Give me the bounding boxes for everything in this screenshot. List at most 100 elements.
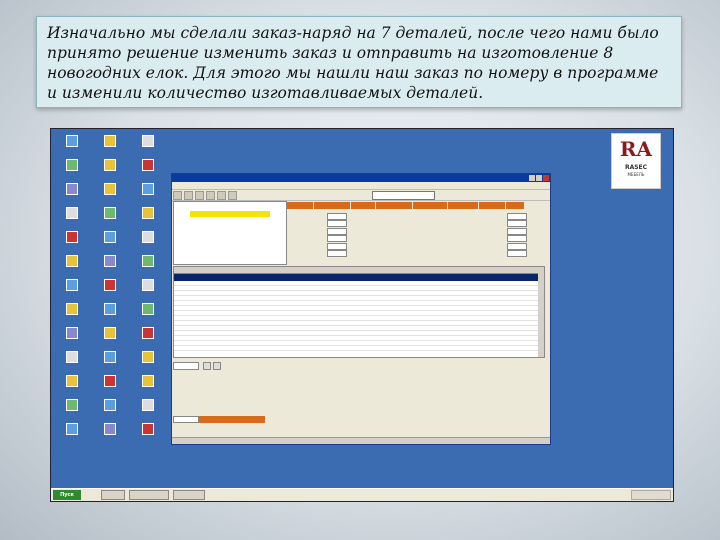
field-input[interactable] xyxy=(507,242,527,250)
order-tab[interactable] xyxy=(479,202,505,209)
desktop-icon[interactable] xyxy=(91,423,129,437)
window-statusbar xyxy=(172,437,550,444)
app-window xyxy=(171,173,551,445)
desktop-icon[interactable] xyxy=(129,183,167,197)
taskbar-item[interactable] xyxy=(173,490,205,500)
field-input[interactable] xyxy=(327,220,347,227)
bottom-tab[interactable] xyxy=(173,416,199,423)
order-tab[interactable] xyxy=(287,202,313,209)
desktop-icon[interactable] xyxy=(91,207,129,221)
desktop-icon[interactable] xyxy=(129,135,167,149)
desktop-icon[interactable] xyxy=(53,423,91,437)
desktop-icon[interactable] xyxy=(91,183,129,197)
window-controls xyxy=(528,175,549,184)
desktop-screenshot: RA RASEC МЕБЕЛЬ Пуск xyxy=(50,128,674,502)
desktop-icon[interactable] xyxy=(53,135,91,149)
toolbar-button[interactable] xyxy=(173,191,182,200)
desktop-icon[interactable] xyxy=(53,351,91,365)
order-tab[interactable] xyxy=(506,202,524,209)
toolbar-button[interactable] xyxy=(228,191,237,200)
bottom-tab[interactable] xyxy=(199,416,265,423)
desktop-icon[interactable] xyxy=(53,231,91,245)
field-input[interactable] xyxy=(507,235,527,242)
order-tab[interactable] xyxy=(376,202,412,209)
lower-panel xyxy=(173,358,543,406)
desktop-icon[interactable] xyxy=(129,303,167,317)
desktop-icons xyxy=(53,135,175,465)
field-column xyxy=(287,212,347,257)
desktop-icon[interactable] xyxy=(53,255,91,269)
desktop-icon[interactable] xyxy=(129,279,167,293)
lower-button[interactable] xyxy=(213,362,221,370)
field-input[interactable] xyxy=(327,250,347,257)
desktop-icon[interactable] xyxy=(129,423,167,437)
desktop-icon[interactable] xyxy=(53,399,91,413)
desktop-icon[interactable] xyxy=(91,279,129,293)
desktop-icon[interactable] xyxy=(129,255,167,269)
maximize-button[interactable] xyxy=(536,175,542,181)
desktop-icon[interactable] xyxy=(53,183,91,197)
toolbar-button[interactable] xyxy=(206,191,215,200)
desktop-icon[interactable] xyxy=(53,279,91,293)
minimize-button[interactable] xyxy=(529,175,535,181)
desktop-icon[interactable] xyxy=(129,399,167,413)
desktop-icon[interactable] xyxy=(53,207,91,221)
details-grid xyxy=(173,266,545,358)
lower-field[interactable] xyxy=(173,362,199,370)
toolbar xyxy=(172,190,550,201)
field-input[interactable] xyxy=(327,242,347,250)
grid-row[interactable] xyxy=(174,346,544,351)
doc-highlight xyxy=(190,211,270,217)
lower-button[interactable] xyxy=(203,362,211,370)
toolbar-combo[interactable] xyxy=(372,191,435,200)
taskbar-item[interactable] xyxy=(129,490,169,500)
desktop-icon[interactable] xyxy=(53,375,91,389)
order-tab[interactable] xyxy=(351,202,375,209)
system-tray xyxy=(631,490,671,500)
desktop-icon[interactable] xyxy=(91,303,129,317)
order-tab[interactable] xyxy=(448,202,478,209)
desktop-icon[interactable] xyxy=(129,159,167,173)
desktop-icon[interactable] xyxy=(129,375,167,389)
doc-date xyxy=(174,225,286,232)
toolbar-button[interactable] xyxy=(195,191,204,200)
start-button[interactable]: Пуск xyxy=(53,490,81,500)
desktop-icon[interactable] xyxy=(53,303,91,317)
toolbar-button[interactable] xyxy=(184,191,193,200)
desktop-icon[interactable] xyxy=(91,135,129,149)
order-tab[interactable] xyxy=(413,202,447,209)
toolbar-button[interactable] xyxy=(217,191,226,200)
grid-selected-row[interactable] xyxy=(174,274,544,281)
menu-bar xyxy=(172,182,550,190)
desktop-icon[interactable] xyxy=(91,399,129,413)
desktop-icon[interactable] xyxy=(91,255,129,269)
desktop-icon[interactable] xyxy=(91,351,129,365)
slide-caption: Изначально мы сделали заказ-наряд на 7 д… xyxy=(36,16,682,108)
field-input[interactable] xyxy=(327,227,347,235)
desktop-icon[interactable] xyxy=(129,327,167,341)
order-tab[interactable] xyxy=(314,202,350,209)
bottom-tabs xyxy=(173,408,273,423)
taskbar-item[interactable] xyxy=(101,490,125,500)
desktop-icon[interactable] xyxy=(129,231,167,245)
order-tabs xyxy=(287,202,549,210)
desktop-icon[interactable] xyxy=(91,231,129,245)
desktop-icon[interactable] xyxy=(53,159,91,173)
desktop-icon[interactable] xyxy=(91,327,129,341)
field-input[interactable] xyxy=(507,227,527,235)
field-input[interactable] xyxy=(507,250,527,257)
field-input[interactable] xyxy=(507,212,527,220)
field-input[interactable] xyxy=(507,220,527,227)
close-button[interactable] xyxy=(543,175,549,181)
field-input[interactable] xyxy=(327,235,347,242)
desktop-icon[interactable] xyxy=(91,375,129,389)
order-document-panel xyxy=(173,201,287,265)
desktop-icon[interactable] xyxy=(129,207,167,221)
desktop-icon[interactable] xyxy=(129,351,167,365)
grid-header xyxy=(174,267,544,274)
field-input[interactable] xyxy=(327,212,347,220)
grid-scrollbar[interactable] xyxy=(538,267,544,357)
desktop-icon[interactable] xyxy=(53,327,91,341)
desktop-icon[interactable] xyxy=(91,159,129,173)
window-titlebar[interactable] xyxy=(172,174,550,182)
